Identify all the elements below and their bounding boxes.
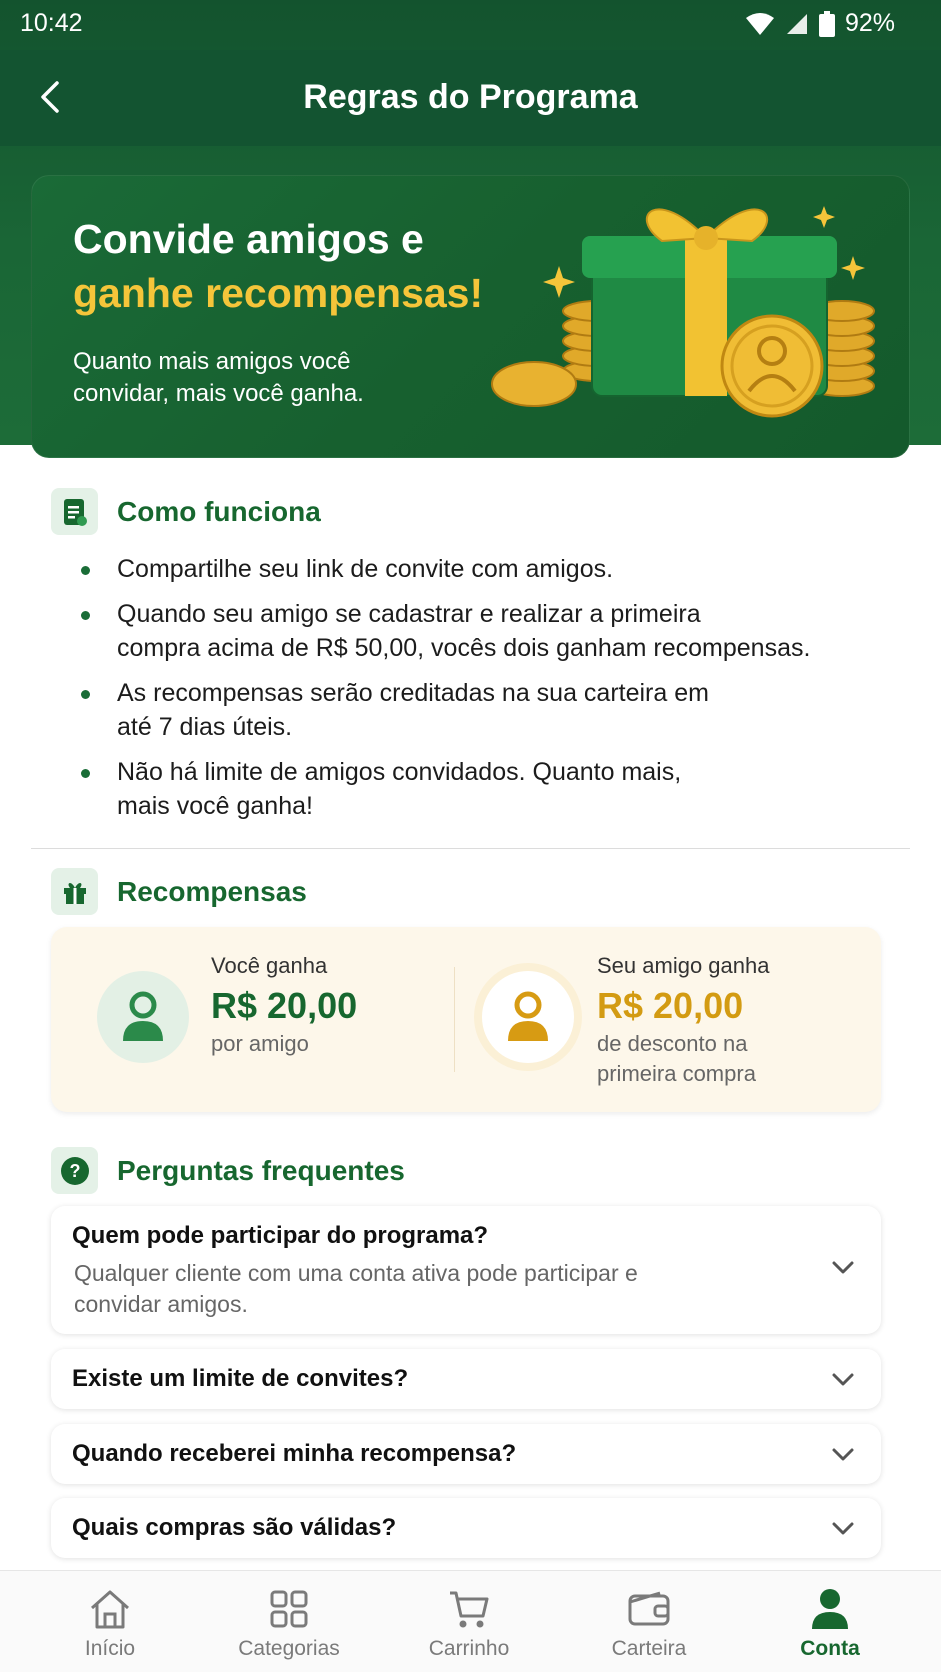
section-title: Perguntas frequentes (117, 1154, 405, 1186)
list-item-text: compra acima de R$ 50,00, vocês dois gan… (117, 634, 811, 662)
battery-percent: 92% (844, 9, 895, 37)
friend-earns-amount: R$ 20,00 (597, 985, 744, 1026)
gift-icon (51, 868, 98, 915)
section-title: Como funciona (117, 495, 321, 527)
list-item-text: Quando seu amigo se cadastrar e realizar… (117, 600, 701, 628)
avatar (97, 971, 189, 1063)
gift-coins-illustration (491, 206, 875, 418)
faq-question: Quais compras são válidas? (72, 1514, 397, 1541)
nav-item-categories[interactable]: Categorias (199, 1571, 379, 1672)
signal-icon (785, 12, 809, 36)
section-title: Recompensas (117, 875, 307, 907)
page-title: Regras do Programa (303, 78, 638, 116)
hero-banner: Convide amigos e ganhe recompensas! Quan… (31, 175, 910, 458)
friend-earns-desc: de desconto na (597, 1031, 748, 1056)
list-item-text: mais você ganha! (117, 792, 313, 820)
nav-label: Categorias (238, 1637, 340, 1660)
rewards-header: Recompensas (51, 868, 307, 915)
faq-item[interactable]: Quais compras são válidas? (51, 1498, 881, 1558)
faq-question: Quem pode participar do programa? (72, 1222, 489, 1249)
list-item-text: Não há limite de amigos convidados. Quan… (117, 758, 682, 786)
how-it-works-header: Como funciona (51, 488, 321, 535)
friend-earns-label: Seu amigo ganha (597, 953, 770, 978)
list-item-text: Compartilhe seu link de convite com amig… (117, 555, 614, 583)
wallet-icon (625, 1585, 673, 1633)
list-item: Compartilhe seu link de convite com amig… (78, 552, 878, 586)
wifi-icon (745, 12, 775, 36)
cart-icon (445, 1585, 493, 1633)
faq-item[interactable]: Quando receberei minha recompensa? (51, 1424, 881, 1484)
nav-item-wallet[interactable]: Carteira (559, 1571, 739, 1672)
nav-label: Início (84, 1637, 136, 1660)
you-earn-desc: por amigo (211, 1031, 309, 1056)
list-item: As recompensas serão creditadas na sua c… (78, 676, 878, 744)
chevron-down-icon (832, 1373, 854, 1386)
divider (454, 967, 455, 1072)
you-earn-amount: R$ 20,00 (211, 985, 358, 1026)
app-bar: Regras do Programa (0, 50, 941, 146)
person-icon (123, 991, 163, 1041)
nav-item-cart[interactable]: Carrinho (379, 1571, 559, 1672)
hero-title-highlight: ganhe recompensas! (73, 270, 484, 316)
chevron-down-icon (832, 1261, 854, 1274)
faq-answer-line: Qualquer cliente com uma conta ativa pod… (74, 1260, 638, 1286)
avatar (482, 971, 574, 1063)
you-earn-label: Você ganha (211, 953, 328, 978)
list-item: Quando seu amigo se cadastrar e realizar… (78, 597, 878, 665)
document-icon (51, 488, 98, 535)
grid-icon (265, 1585, 313, 1633)
rewards-card: Você ganha R$ 20,00 por amigo Seu amigo … (51, 927, 881, 1112)
list-item-text: até 7 dias úteis. (117, 713, 293, 741)
bottom-navigation: Início Categorias Carrinho Carteira Cont… (0, 1570, 941, 1672)
how-it-works-list: Compartilhe seu link de convite com amig… (78, 552, 878, 834)
status-time: 10:42 (20, 9, 83, 37)
faq-item[interactable]: Existe um limite de convites? (51, 1349, 881, 1409)
person-icon (806, 1585, 854, 1633)
hero-subtitle: Quanto mais amigos você convidar, mais v… (73, 348, 364, 407)
chevron-down-icon (832, 1522, 854, 1535)
list-item-text: As recompensas serão creditadas na sua c… (117, 679, 709, 707)
nav-item-account[interactable]: Conta (740, 1571, 920, 1672)
faq-answer: Qualquer cliente com uma conta ativa pod… (74, 1258, 724, 1320)
nav-label: Carrinho (428, 1637, 510, 1660)
faq-item-expanded[interactable]: Quem pode participar do programa? Qualqu… (51, 1206, 881, 1334)
nav-item-home[interactable]: Início (20, 1571, 200, 1672)
friend-earns-desc: primeira compra (597, 1061, 756, 1086)
help-icon: ? (51, 1147, 98, 1194)
nav-label: Carteira (611, 1637, 687, 1660)
home-icon (86, 1585, 134, 1633)
chevron-down-icon (832, 1448, 854, 1461)
hero-title: Convide amigos e (73, 216, 424, 262)
person-icon (508, 991, 548, 1041)
battery-icon (818, 10, 835, 37)
faq-question: Existe um limite de convites? (72, 1365, 409, 1392)
status-bar: 10:42 92% (0, 0, 941, 50)
faq-question: Quando receberei minha recompensa? (72, 1440, 517, 1467)
faq-answer-line: convidar amigos. (74, 1291, 248, 1317)
list-item: Não há limite de amigos convidados. Quan… (78, 755, 878, 823)
faq-header: ? Perguntas frequentes (51, 1147, 405, 1194)
nav-label: Conta (800, 1637, 860, 1660)
divider (31, 848, 910, 849)
svg-text:?: ? (69, 1161, 80, 1181)
